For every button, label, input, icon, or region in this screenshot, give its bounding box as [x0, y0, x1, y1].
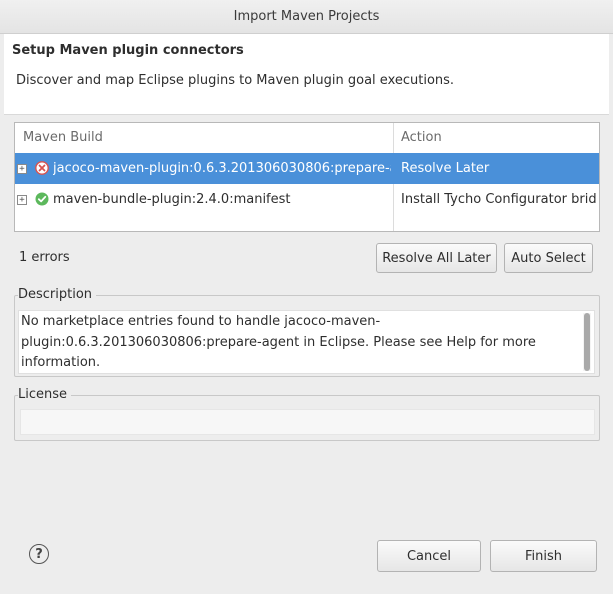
help-icon[interactable]: ?	[29, 544, 49, 564]
row-action-cell[interactable]: Resolve Later	[401, 153, 597, 184]
description-scrollbar[interactable]	[583, 313, 591, 371]
auto-select-button[interactable]: Auto Select	[504, 243, 593, 273]
connectors-table[interactable]: Maven Build Action + jacoco-maven-plugin…	[14, 122, 600, 232]
table-header: Maven Build Action	[15, 123, 599, 154]
column-header-maven-build[interactable]: Maven Build	[23, 123, 103, 153]
row-build-cell: maven-bundle-plugin:2.4.0:manifest	[53, 192, 291, 207]
description-text: No marketplace entries found to handle j…	[21, 314, 536, 370]
description-label: Description	[18, 287, 97, 302]
wizard-header: Setup Maven plugin connectors Discover a…	[4, 34, 609, 115]
cancel-button[interactable]: Cancel	[377, 540, 481, 572]
scrollbar-thumb[interactable]	[584, 313, 590, 371]
table-row[interactable]: + jacoco-maven-plugin:0.6.3.201306030806…	[15, 153, 599, 184]
table-row[interactable]: + maven-bundle-plugin:2.4.0:manifest Ins…	[15, 184, 599, 215]
error-icon	[35, 161, 49, 175]
window-title: Import Maven Projects	[233, 9, 380, 24]
column-header-action[interactable]: Action	[401, 123, 442, 153]
window-titlebar: Import Maven Projects	[0, 0, 613, 34]
row-build-cell: jacoco-maven-plugin:0.6.3.201306030806:p…	[53, 161, 391, 176]
wizard-description: Discover and map Eclipse plugins to Mave…	[16, 73, 455, 88]
description-text-area[interactable]: No marketplace entries found to handle j…	[18, 310, 595, 374]
expand-icon[interactable]: +	[17, 195, 27, 205]
wizard-title: Setup Maven plugin connectors	[12, 43, 244, 58]
check-icon	[35, 192, 49, 206]
finish-button[interactable]: Finish	[490, 540, 597, 572]
resolve-all-later-button[interactable]: Resolve All Later	[376, 243, 497, 273]
license-label: License	[18, 387, 72, 402]
expand-icon[interactable]: +	[17, 164, 27, 174]
row-action-cell[interactable]: Install Tycho Configurator bridge	[401, 184, 597, 215]
license-text-area[interactable]	[20, 409, 595, 435]
error-count: 1 errors	[19, 250, 70, 265]
